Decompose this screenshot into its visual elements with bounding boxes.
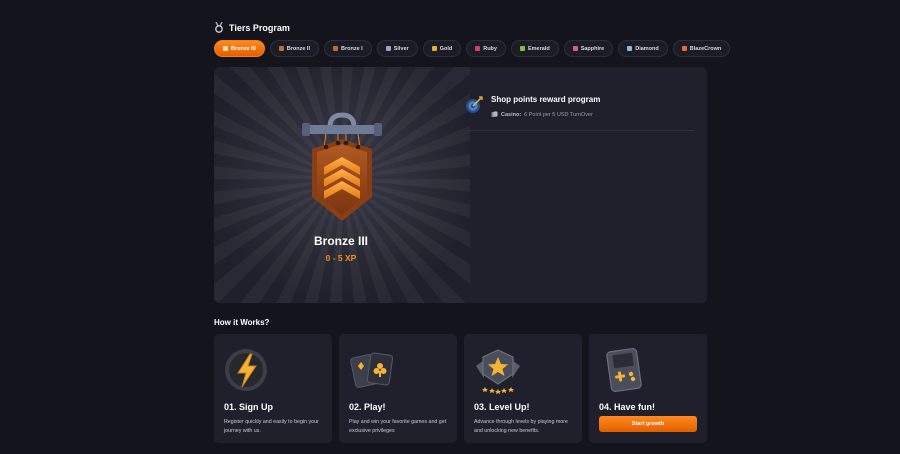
target-icon <box>466 96 483 113</box>
tier-tab-silver[interactable]: Silver <box>376 40 418 57</box>
tier-tab-label: BlazeCrown <box>689 45 722 52</box>
tier-tabs: Bronze III Bronze II Bronze I Silver Gold Rub… <box>214 40 731 57</box>
casino-icon <box>491 111 498 117</box>
step-description: Advance through levels by playing more a… <box>474 419 568 434</box>
steps-list: 01. Sign Up Register quickly and easily … <box>214 334 707 443</box>
tier-tab-blazecrown[interactable]: BlazeCrown <box>672 40 731 57</box>
step-title: 03. Level Up! <box>474 402 530 412</box>
tier-tab-label: Diamond <box>635 45 659 52</box>
star-badge-icon <box>476 349 520 395</box>
tier-badge-icon <box>627 46 633 51</box>
tier-hero-card: Bronze III 0 - 5 XP Shop points reward p… <box>214 67 707 303</box>
reward-line: Casino: 6 Point per 5 USD TurnOver <box>491 111 593 118</box>
medal-icon <box>215 22 223 33</box>
tier-tab-bronze-iii[interactable]: Bronze III <box>214 40 265 57</box>
page-header: Tiers Program <box>214 22 290 33</box>
reward-divider <box>464 130 694 131</box>
tier-tab-bronze-i[interactable]: Bronze I <box>324 40 372 57</box>
tier-tab-gold[interactable]: Gold <box>422 40 462 57</box>
start-growth-button[interactable]: Start growth <box>599 416 697 432</box>
step-description: Play and win your favorite games and get… <box>349 419 447 434</box>
step-title: 04. Have fun! <box>599 402 656 412</box>
tier-tab-bronze-ii[interactable]: Bronze II <box>269 40 319 57</box>
tier-badge-icon <box>475 46 481 51</box>
reward-line-value: 6 Point per 5 USD TurnOver <box>524 111 593 118</box>
tier-tab-label: Sapphire <box>580 45 605 52</box>
tier-tab-diamond[interactable]: Diamond <box>618 40 668 57</box>
tier-tab-label: Bronze III <box>231 45 256 52</box>
how-it-works-title: How it Works? <box>214 318 270 327</box>
step-card-level-up: 03. Level Up! Advance through levels by … <box>464 334 582 443</box>
step-description: Register quickly and easily to begin you… <box>224 419 319 434</box>
page-title: Tiers Program <box>229 22 290 33</box>
tier-tab-label: Silver <box>393 45 409 52</box>
playing-cards-icon <box>350 352 394 388</box>
reward-title: Shop points reward program <box>491 95 601 104</box>
lightning-shield-icon <box>225 349 267 391</box>
tier-tab-emerald[interactable]: Emerald <box>510 40 559 57</box>
tier-badge-icon <box>572 46 578 51</box>
tier-badge-icon <box>519 46 525 51</box>
tier-xp-range: 0 - 5 XP <box>325 253 357 263</box>
tier-badge-icon <box>681 46 687 51</box>
tier-tab-label: Emerald <box>527 45 550 52</box>
tier-badge-icon <box>223 46 228 51</box>
tier-name: Bronze III <box>313 234 368 248</box>
step-title: 02. Play! <box>349 402 386 412</box>
tier-badge-graphic <box>214 67 470 303</box>
tier-badge-icon <box>278 46 284 51</box>
tier-tab-label: Ruby <box>483 45 497 52</box>
game-console-icon <box>606 348 642 392</box>
step-card-play: 02. Play! Play and win your favorite gam… <box>339 334 457 443</box>
tier-tab-label: Bronze I <box>341 45 363 52</box>
reward-line-label: Casino: <box>501 111 522 118</box>
tier-tab-sapphire[interactable]: Sapphire <box>563 40 614 57</box>
tier-badge-icon <box>431 46 437 51</box>
step-card-have-fun: 04. Have fun! Start growth <box>589 334 707 443</box>
step-card-sign-up: 01. Sign Up Register quickly and easily … <box>214 334 332 443</box>
tier-badge-icon <box>333 46 338 51</box>
tier-tab-ruby[interactable]: Ruby <box>466 40 506 57</box>
tier-tab-label: Gold <box>439 45 453 52</box>
step-title: 01. Sign Up <box>224 402 274 412</box>
tier-tab-label: Bronze II <box>286 45 310 52</box>
tier-badge-icon <box>385 46 391 51</box>
